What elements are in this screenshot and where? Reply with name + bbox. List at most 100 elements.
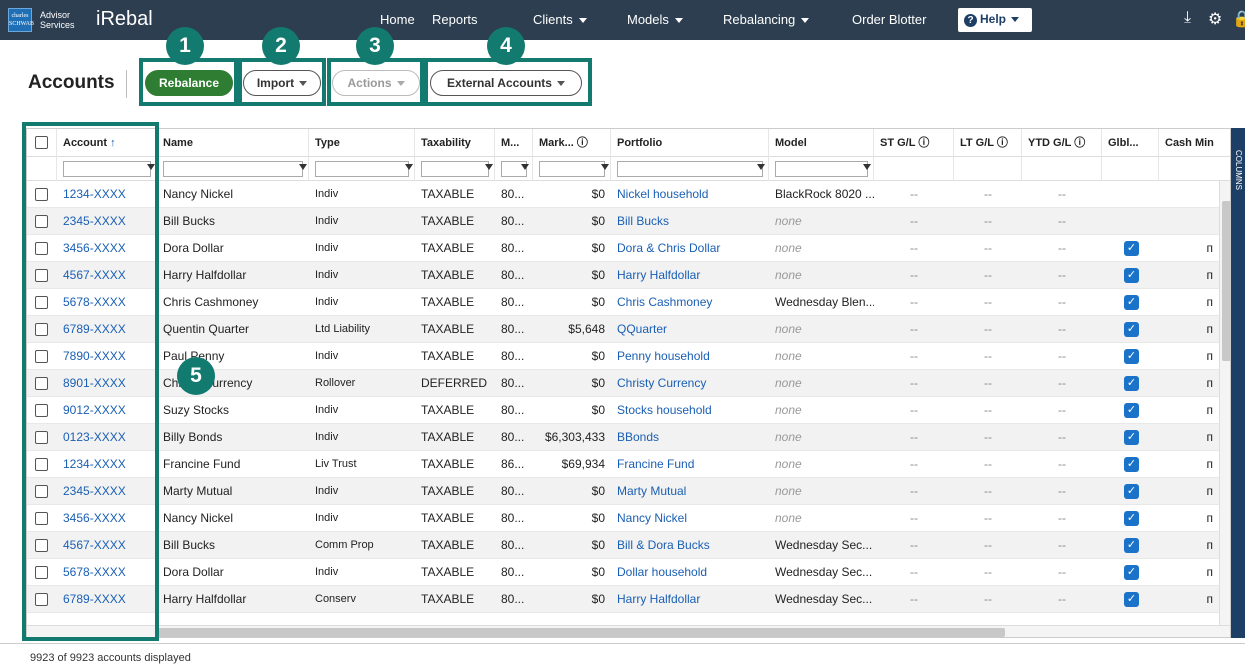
cell-portfolio[interactable]: Marty Mutual [611, 478, 769, 505]
actions-button[interactable]: Actions [332, 70, 420, 96]
table-row[interactable]: 6789-XXXX Quentin Quarter Ltd Liability TAX… [27, 316, 1219, 343]
table-row[interactable]: 2345-XXXX Marty Mutual Indiv TAXABLE 80... $0… [27, 478, 1219, 505]
cell-account[interactable]: 3456-XXXX [57, 235, 157, 262]
cell-portfolio[interactable]: Bill & Dora Bucks [611, 532, 769, 559]
filter-model-input[interactable] [775, 161, 868, 177]
checked-checkbox-icon[interactable]: ✓ [1124, 241, 1139, 256]
filter-icon[interactable] [147, 164, 155, 170]
filter-taxability-input[interactable] [421, 161, 489, 177]
filter-icon[interactable] [485, 164, 493, 170]
columns-side-tab[interactable] [1231, 128, 1245, 638]
filter-type-input[interactable] [315, 161, 409, 177]
row-checkbox[interactable] [35, 377, 48, 390]
col-m[interactable]: M... [495, 129, 533, 157]
cell-account[interactable]: 0123-XXXX [57, 424, 157, 451]
cell-portfolio[interactable]: Bill Bucks [611, 208, 769, 235]
cell-portfolio[interactable]: Nickel household [611, 181, 769, 208]
cell-account[interactable]: 4567-XXXX [57, 262, 157, 289]
cell-account[interactable]: 6789-XXXX [57, 316, 157, 343]
import-button[interactable]: Import [243, 70, 321, 96]
checked-checkbox-icon[interactable]: ✓ [1124, 430, 1139, 445]
row-checkbox[interactable] [35, 431, 48, 444]
checked-checkbox-icon[interactable]: ✓ [1124, 268, 1139, 283]
row-checkbox[interactable] [35, 539, 48, 552]
nav-home[interactable]: Home [380, 12, 415, 27]
cell-portfolio[interactable]: Harry Halfdollar [611, 586, 769, 613]
col-taxability[interactable]: Taxability [415, 129, 495, 157]
cell-account[interactable]: 3456-XXXX [57, 505, 157, 532]
checked-checkbox-icon[interactable]: ✓ [1124, 538, 1139, 553]
filter-icon[interactable] [299, 164, 307, 170]
col-st-gl[interactable]: ST G/L ⓘ [874, 129, 954, 157]
download-icon[interactable]: ⤓ [1184, 9, 1191, 27]
filter-icon[interactable] [405, 164, 413, 170]
checked-checkbox-icon[interactable]: ✓ [1124, 322, 1139, 337]
cell-portfolio[interactable]: Christy Currency [611, 370, 769, 397]
vertical-scrollbar[interactable] [1219, 181, 1230, 625]
cell-account[interactable]: 7890-XXXX [57, 343, 157, 370]
nav-models[interactable]: Models [627, 12, 683, 27]
row-checkbox[interactable] [35, 215, 48, 228]
checked-checkbox-icon[interactable]: ✓ [1124, 592, 1139, 607]
checked-checkbox-icon[interactable]: ✓ [1124, 484, 1139, 499]
cell-account[interactable]: 4567-XXXX [57, 532, 157, 559]
row-checkbox[interactable] [35, 350, 48, 363]
filter-icon[interactable] [863, 164, 871, 170]
schwab-logo[interactable]: charles SCHWAB [8, 8, 34, 32]
col-glbl[interactable]: Glbl... [1102, 129, 1159, 157]
checked-checkbox-icon[interactable]: ✓ [1124, 457, 1139, 472]
cell-account[interactable]: 6789-XXXX [57, 586, 157, 613]
table-row[interactable]: 1234-XXXX Francine Fund Liv Trust TAXABLE 86… [27, 451, 1219, 478]
cell-account[interactable]: 2345-XXXX [57, 478, 157, 505]
table-row[interactable]: 3456-XXXX Nancy Nickel Indiv TAXABLE 80... $0… [27, 505, 1219, 532]
help-button[interactable]: ? Help [958, 8, 1032, 32]
row-checkbox[interactable] [35, 404, 48, 417]
horizontal-scrollbar[interactable] [27, 625, 1230, 637]
cell-account[interactable]: 2345-XXXX [57, 208, 157, 235]
cell-account[interactable]: 5678-XXXX [57, 289, 157, 316]
cell-portfolio[interactable]: QQuarter [611, 316, 769, 343]
checked-checkbox-icon[interactable]: ✓ [1124, 511, 1139, 526]
col-type[interactable]: Type [309, 129, 415, 157]
col-cash-min[interactable]: Cash Min [1159, 129, 1230, 157]
cell-portfolio[interactable]: Francine Fund [611, 451, 769, 478]
cell-account[interactable]: 9012-XXXX [57, 397, 157, 424]
cell-account[interactable]: 5678-XXXX [57, 559, 157, 586]
row-checkbox[interactable] [35, 458, 48, 471]
cell-portfolio[interactable]: Penny household [611, 343, 769, 370]
cell-account[interactable]: 1234-XXXX [57, 181, 157, 208]
brand-title[interactable]: iRebal [96, 8, 153, 31]
table-row[interactable]: 6789-XXXX Harry Halfdollar Conserv TAXABLE 8… [27, 586, 1219, 613]
filter-name-input[interactable] [163, 161, 303, 177]
col-market-value[interactable]: Mark... ⓘ [533, 129, 611, 157]
table-row[interactable]: 5678-XXXX Dora Dollar Indiv TAXABLE 80... $0 D… [27, 559, 1219, 586]
checked-checkbox-icon[interactable]: ✓ [1124, 295, 1139, 310]
cell-portfolio[interactable]: Dollar household [611, 559, 769, 586]
filter-market-value-input[interactable] [539, 161, 605, 177]
filter-icon[interactable] [521, 164, 529, 170]
filter-portfolio-input[interactable] [617, 161, 763, 177]
col-account[interactable]: Account ↑ [57, 129, 157, 157]
table-row[interactable]: 1234-XXXX Nancy Nickel Indiv TAXABLE 80... $0… [27, 181, 1219, 208]
cell-account[interactable]: 8901-XXXX [57, 370, 157, 397]
col-name[interactable]: Name [157, 129, 309, 157]
select-all-checkbox[interactable] [35, 136, 48, 149]
row-checkbox[interactable] [35, 269, 48, 282]
col-lt-gl[interactable]: LT G/L ⓘ [954, 129, 1022, 157]
table-row[interactable]: 5678-XXXX Chris Cashmoney Indiv TAXABLE 80..… [27, 289, 1219, 316]
row-checkbox[interactable] [35, 512, 48, 525]
col-portfolio[interactable]: Portfolio [611, 129, 769, 157]
row-checkbox[interactable] [35, 566, 48, 579]
cell-portfolio[interactable]: Chris Cashmoney [611, 289, 769, 316]
checked-checkbox-icon[interactable]: ✓ [1124, 565, 1139, 580]
nav-order-blotter[interactable]: Order Blotter [852, 12, 926, 27]
checked-checkbox-icon[interactable]: ✓ [1124, 349, 1139, 364]
table-row[interactable]: 2345-XXXX Bill Bucks Indiv TAXABLE 80... $0 Bi… [27, 208, 1219, 235]
nav-reports[interactable]: Reports [432, 12, 478, 27]
filter-icon[interactable] [757, 164, 765, 170]
nav-rebalancing[interactable]: Rebalancing [723, 12, 810, 27]
filter-icon[interactable] [601, 164, 609, 170]
col-ytd-gl[interactable]: YTD G/L ⓘ [1022, 129, 1102, 157]
col-model[interactable]: Model [769, 129, 874, 157]
row-checkbox[interactable] [35, 242, 48, 255]
